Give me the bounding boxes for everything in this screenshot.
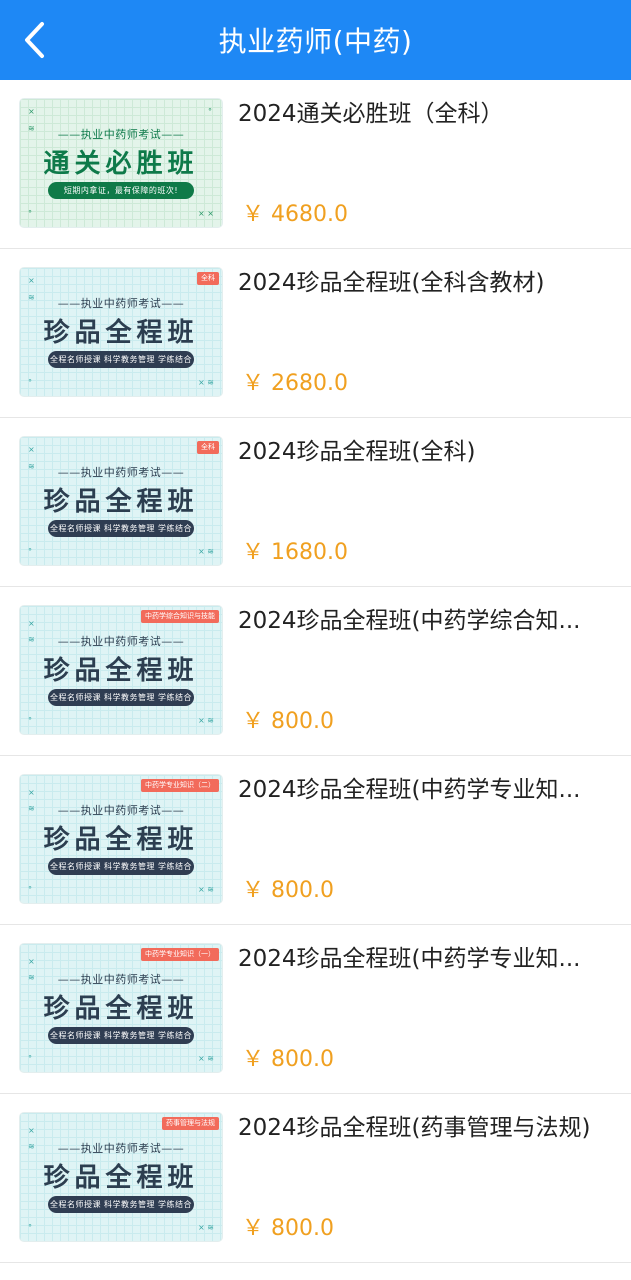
course-price: ￥ 800.0 <box>242 1047 334 1072</box>
thumbnail-tagline: 全程名师授课 科学教务管理 学练结合 <box>48 858 194 875</box>
course-thumbnail: 中药学专业知识（一） × ≋ ° × ≋ ——执业中药师考试—— 珍品全程班 全… <box>20 944 222 1072</box>
decor-mark: × ≋ <box>198 378 214 387</box>
thumbnail-tag: 中药学综合知识与技能 <box>141 610 219 623</box>
decor-mark: × <box>28 1126 35 1135</box>
thumbnail-subtitle: ——执业中药师考试—— <box>57 804 185 817</box>
course-title: 2024珍品全程班(中药学综合知... <box>238 608 581 634</box>
thumbnail-subtitle: ——执业中药师考试—— <box>57 973 185 986</box>
thumbnail-subtitle: ——执业中药师考试—— <box>57 1142 185 1155</box>
thumbnail-tag: 药事管理与法规 <box>162 1117 219 1130</box>
thumbnail-headline: 珍品全程班 <box>43 994 199 1024</box>
thumbnail-headline: 珍品全程班 <box>43 1163 199 1193</box>
thumbnail-tagline: 全程名师授课 科学教务管理 学练结合 <box>48 351 194 368</box>
decor-mark: × ≋ <box>198 547 214 556</box>
decor-mark: × ≋ <box>198 1223 214 1232</box>
chevron-left-icon <box>25 22 44 58</box>
back-button[interactable] <box>14 18 54 62</box>
thumbnail-tagline: 全程名师授课 科学教务管理 学练结合 <box>48 689 194 706</box>
decor-mark: ° <box>28 378 32 387</box>
thumbnail-headline: 珍品全程班 <box>43 656 199 686</box>
decor-mark: ° <box>28 716 32 725</box>
thumbnail-subtitle: ——执业中药师考试—— <box>57 466 185 479</box>
course-price: ￥ 2680.0 <box>242 371 348 396</box>
course-item[interactable]: 全科 × ≋ ° × ≋ ——执业中药师考试—— 珍品全程班 全程名师授课 科学… <box>0 418 631 587</box>
decor-mark: ° <box>28 547 32 556</box>
course-thumbnail: 药事管理与法规 × ≋ ° × ≋ ——执业中药师考试—— 珍品全程班 全程名师… <box>20 1113 222 1241</box>
course-price: ￥ 800.0 <box>242 709 334 734</box>
course-item[interactable]: 药事管理与法规 × ≋ ° × ≋ ——执业中药师考试—— 珍品全程班 全程名师… <box>0 1094 631 1263</box>
course-item[interactable]: × ≋ ° ° × × ——执业中药师考试—— 通关必胜班 短期内拿证，最有保障… <box>0 80 631 249</box>
course-price: ￥ 800.0 <box>242 878 334 903</box>
decor-mark: × <box>28 276 35 285</box>
thumbnail-tag: 中药学专业知识（二） <box>141 779 219 792</box>
decor-mark: ° <box>28 1223 32 1232</box>
thumbnail-headline: 珍品全程班 <box>43 318 199 348</box>
course-thumbnail: 中药学专业知识（二） × ≋ ° × ≋ ——执业中药师考试—— 珍品全程班 全… <box>20 775 222 903</box>
decor-mark: × <box>28 957 35 966</box>
course-title: 2024珍品全程班(中药学专业知... <box>238 946 581 972</box>
decor-mark: ° <box>208 107 212 116</box>
course-title: 2024珍品全程班(中药学专业知... <box>238 777 581 803</box>
course-list: × ≋ ° ° × × ——执业中药师考试—— 通关必胜班 短期内拿证，最有保障… <box>0 80 631 1263</box>
thumbnail-subtitle: ——执业中药师考试—— <box>57 297 185 310</box>
decor-mark: × ≋ <box>198 1054 214 1063</box>
decor-mark: × <box>28 445 35 454</box>
decor-mark: × <box>28 107 35 116</box>
decor-mark: × <box>28 788 35 797</box>
thumbnail-tagline: 全程名师授课 科学教务管理 学练结合 <box>48 1196 194 1213</box>
course-thumbnail: × ≋ ° ° × × ——执业中药师考试—— 通关必胜班 短期内拿证，最有保障… <box>20 99 222 227</box>
decor-mark: ° <box>28 885 32 894</box>
decor-mark: × × <box>198 209 214 218</box>
thumbnail-tagline: 短期内拿证，最有保障的班次! <box>48 182 194 199</box>
thumbnail-tag: 全科 <box>197 441 219 454</box>
thumbnail-tag: 全科 <box>197 272 219 285</box>
page-title: 执业药师(中药) <box>218 25 413 58</box>
thumbnail-tagline: 全程名师授课 科学教务管理 学练结合 <box>48 1027 194 1044</box>
thumbnail-subtitle: ——执业中药师考试—— <box>57 635 185 648</box>
thumbnail-headline: 珍品全程班 <box>43 487 199 517</box>
decor-mark: × <box>28 619 35 628</box>
course-item[interactable]: 中药学专业知识（二） × ≋ ° × ≋ ——执业中药师考试—— 珍品全程班 全… <box>0 756 631 925</box>
course-item[interactable]: 中药学综合知识与技能 × ≋ ° × ≋ ——执业中药师考试—— 珍品全程班 全… <box>0 587 631 756</box>
course-price: ￥ 4680.0 <box>242 202 348 227</box>
thumbnail-tagline: 全程名师授课 科学教务管理 学练结合 <box>48 520 194 537</box>
course-thumbnail: 全科 × ≋ ° × ≋ ——执业中药师考试—— 珍品全程班 全程名师授课 科学… <box>20 437 222 565</box>
decor-mark: × ≋ <box>198 885 214 894</box>
decor-mark: ° <box>28 209 32 218</box>
decor-mark: × ≋ <box>198 716 214 725</box>
decor-mark: ° <box>28 1054 32 1063</box>
course-title: 2024通关必胜班（全科） <box>238 101 504 127</box>
thumbnail-tag: 中药学专业知识（一） <box>141 948 219 961</box>
course-title: 2024珍品全程班(全科) <box>238 439 476 465</box>
thumbnail-headline: 珍品全程班 <box>43 825 199 855</box>
course-price: ￥ 800.0 <box>242 1216 334 1241</box>
course-price: ￥ 1680.0 <box>242 540 348 565</box>
course-title: 2024珍品全程班(全科含教材) <box>238 270 545 296</box>
course-thumbnail: 中药学综合知识与技能 × ≋ ° × ≋ ——执业中药师考试—— 珍品全程班 全… <box>20 606 222 734</box>
course-item[interactable]: 全科 × ≋ ° × ≋ ——执业中药师考试—— 珍品全程班 全程名师授课 科学… <box>0 249 631 418</box>
course-item[interactable]: 中药学专业知识（一） × ≋ ° × ≋ ——执业中药师考试—— 珍品全程班 全… <box>0 925 631 1094</box>
thumbnail-headline: 通关必胜班 <box>43 149 199 179</box>
course-thumbnail: 全科 × ≋ ° × ≋ ——执业中药师考试—— 珍品全程班 全程名师授课 科学… <box>20 268 222 396</box>
course-title: 2024珍品全程班(药事管理与法规) <box>238 1115 591 1141</box>
top-app-bar: 执业药师(中药) <box>0 0 631 80</box>
thumbnail-subtitle: ——执业中药师考试—— <box>57 128 185 141</box>
